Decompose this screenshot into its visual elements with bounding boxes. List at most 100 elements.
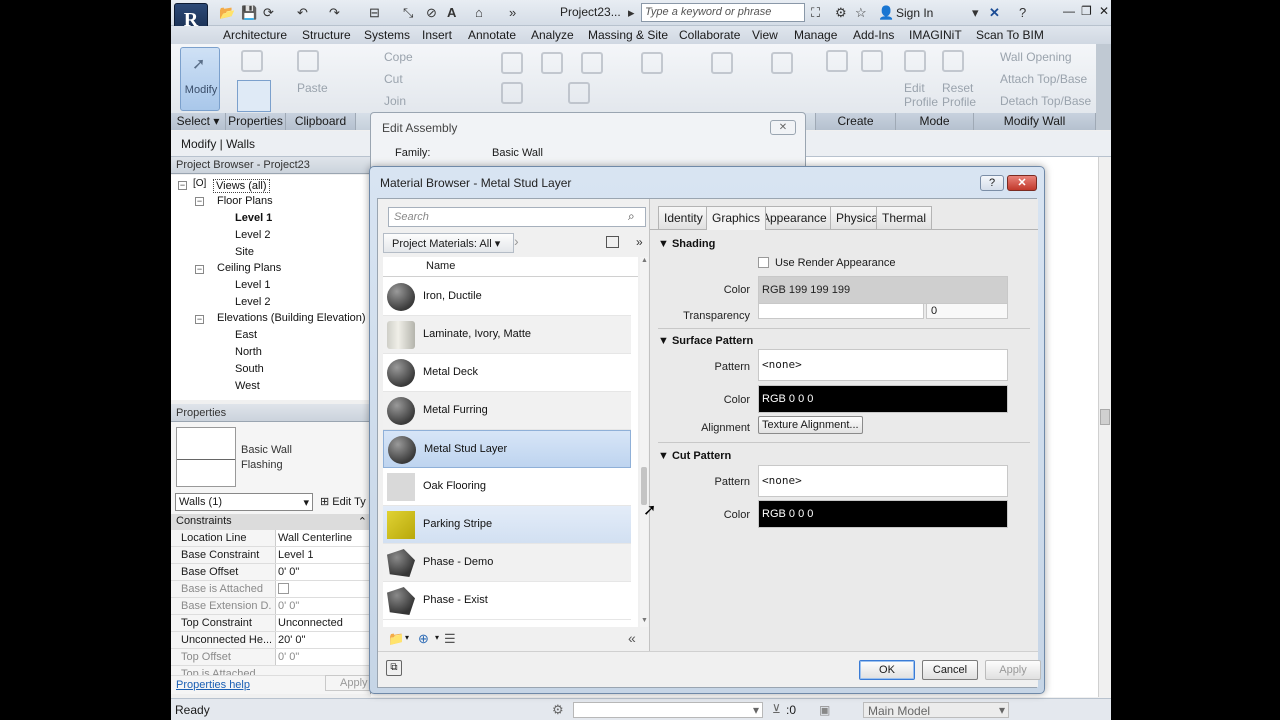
rotate-icon[interactable]	[568, 82, 590, 104]
surface-color-swatch[interactable]: RGB 0 0 0	[758, 385, 1008, 413]
tree-ceiling-plans[interactable]: Ceiling Plans	[217, 262, 281, 274]
list-item[interactable]: Metal Furring	[383, 392, 631, 430]
tree-item-west[interactable]: West	[235, 380, 260, 392]
pin-icon[interactable]	[711, 52, 733, 74]
transparency-input[interactable]: 0	[926, 303, 1008, 319]
cut-color-swatch[interactable]: RGB 0 0 0	[758, 500, 1008, 528]
name-column-header[interactable]: Name	[426, 260, 455, 272]
reset-profile-icon[interactable]	[942, 50, 964, 72]
more-icon[interactable]: »	[509, 5, 516, 20]
minimize-button[interactable]: —	[1063, 4, 1075, 18]
measure-tool-icon[interactable]	[771, 52, 793, 74]
tab-collaborate[interactable]: Collaborate	[679, 28, 740, 42]
properties-button[interactable]	[237, 80, 271, 112]
restore-button[interactable]: ❐	[1081, 4, 1092, 18]
close-window-button[interactable]: ✕	[1099, 4, 1109, 18]
help-icon[interactable]: ?	[1019, 5, 1026, 20]
tab-scan-to-bim[interactable]: Scan To BIM	[976, 28, 1044, 42]
properties-apply-button[interactable]: Apply	[325, 675, 373, 691]
create-similar-icon[interactable]	[826, 50, 848, 72]
favorites-icon[interactable]: ☆	[855, 5, 867, 21]
exchange-icon[interactable]: ✕	[989, 5, 1000, 21]
prop-value[interactable]: Unconnected	[275, 615, 371, 631]
prop-row[interactable]: Base Offset 0' 0"	[171, 564, 371, 581]
create-parts-icon[interactable]	[861, 50, 883, 72]
design-options-icon[interactable]: ▣	[819, 703, 830, 717]
scroll-down-icon[interactable]: ▼	[641, 617, 648, 624]
material-list-header[interactable]: Name	[383, 257, 638, 277]
prop-row[interactable]: Base Constraint Level 1	[171, 547, 371, 564]
tree-item-site[interactable]: Site	[235, 246, 254, 258]
tab-identity[interactable]: Identity	[658, 206, 709, 230]
mirror-icon[interactable]	[581, 52, 603, 74]
cut-pattern-field[interactable]: <none>	[758, 465, 1008, 497]
tab-manage[interactable]: Manage	[794, 28, 837, 42]
dropdown-arrow-icon[interactable]: ▾	[435, 633, 439, 642]
view-scrollbar[interactable]	[1098, 157, 1111, 697]
tab-structure[interactable]: Structure	[302, 28, 351, 42]
panel-select[interactable]: Select ▾	[171, 113, 226, 130]
align-icon[interactable]	[501, 52, 523, 74]
text-icon[interactable]: A	[447, 5, 456, 20]
surface-pattern-field[interactable]: <none>	[758, 349, 1008, 381]
instance-filter-select[interactable]: Walls (1) ▾	[175, 493, 313, 511]
list-item[interactable]: Oak Flooring	[383, 468, 631, 506]
properties-help-link[interactable]: Properties help	[176, 679, 250, 691]
help-search-input[interactable]: Type a keyword or phrase	[641, 3, 805, 22]
tree-views-all[interactable]: Views (all)	[213, 179, 270, 193]
view-type-icon[interactable]	[606, 236, 619, 248]
paste-icon[interactable]	[297, 50, 319, 72]
filter-icon[interactable]: ⊻	[772, 702, 781, 716]
prop-row[interactable]: Top Constraint Unconnected	[171, 615, 371, 632]
expand-icon[interactable]: ▸	[628, 5, 635, 21]
ok-button[interactable]: OK	[859, 660, 915, 680]
tree-item-ceiling-level-2[interactable]: Level 2	[235, 296, 270, 308]
collapse-icon[interactable]: −	[195, 197, 204, 206]
scroll-up-icon[interactable]: ▲	[641, 257, 648, 264]
use-render-appearance-checkbox[interactable]	[758, 257, 769, 268]
worksharing-icon[interactable]: ⚙	[552, 702, 564, 718]
texture-alignment-button[interactable]: Texture Alignment...	[758, 416, 863, 434]
tab-add-ins[interactable]: Add-Ins	[853, 28, 894, 42]
asset-browser-icon[interactable]: ☰	[444, 631, 456, 647]
redo-icon[interactable]: ↷	[329, 5, 340, 21]
cut-pattern-section[interactable]: ▼ Cut Pattern	[658, 450, 731, 462]
reset-profile-button[interactable]: Reset Profile	[942, 81, 978, 109]
sync-icon[interactable]: ⟳	[263, 5, 274, 21]
tab-systems[interactable]: Systems	[364, 28, 410, 42]
transparency-slider[interactable]	[758, 303, 924, 319]
prop-value[interactable]: Wall Centerline	[275, 530, 371, 546]
shading-color-swatch[interactable]: RGB 199 199 199	[758, 276, 1008, 304]
list-item[interactable]: Iron, Ductile	[383, 278, 631, 316]
tab-annotate[interactable]: Annotate	[468, 28, 516, 42]
cut-button[interactable]: Cut	[384, 72, 403, 86]
tree-floor-plans[interactable]: Floor Plans	[217, 195, 273, 207]
constraints-category[interactable]: Constraints ⌃	[171, 514, 371, 530]
list-item[interactable]: Metal Deck	[383, 354, 631, 392]
attach-top-base-button[interactable]: Attach Top/Base	[1000, 72, 1087, 86]
design-option-select[interactable]: Main Model ▾	[863, 702, 1009, 718]
tab-architecture[interactable]: Architecture	[223, 28, 287, 42]
shading-section[interactable]: ▼ Shading	[658, 238, 715, 250]
tree-item-south[interactable]: South	[235, 363, 264, 375]
help-icon[interactable]: ?	[980, 175, 1004, 191]
tab-insert[interactable]: Insert	[422, 28, 452, 42]
edit-profile-icon[interactable]	[904, 50, 926, 72]
project-browser-tree[interactable]: − [O] Views (all) − Floor Plans Level 1 …	[171, 175, 371, 400]
library-filter-dropdown[interactable]: Project Materials: All ▾	[383, 233, 514, 253]
search-icon[interactable]: ⌕	[628, 209, 635, 224]
collapse-icon[interactable]: −	[178, 181, 187, 190]
dropdown-arrow-icon[interactable]: ▾	[405, 633, 409, 642]
prop-value[interactable]: Level 1	[275, 547, 371, 563]
material-browser-options-icon[interactable]: ⧉	[386, 660, 402, 676]
binoculars-icon[interactable]: ⛶	[811, 5, 820, 21]
type-properties-icon[interactable]	[241, 50, 263, 72]
dropdown-arrow-icon[interactable]: ▾	[972, 5, 979, 21]
surface-pattern-section[interactable]: ▼ Surface Pattern	[658, 335, 753, 347]
list-item[interactable]: Laminate, Ivory, Matte	[383, 316, 631, 354]
list-item[interactable]: Phase - Demo	[383, 544, 631, 582]
collapse-icon[interactable]: −	[195, 315, 204, 324]
tab-thermal[interactable]: Thermal	[876, 206, 933, 230]
tab-view[interactable]: View	[752, 28, 778, 42]
detach-top-base-button[interactable]: Detach Top/Base	[1000, 94, 1091, 108]
